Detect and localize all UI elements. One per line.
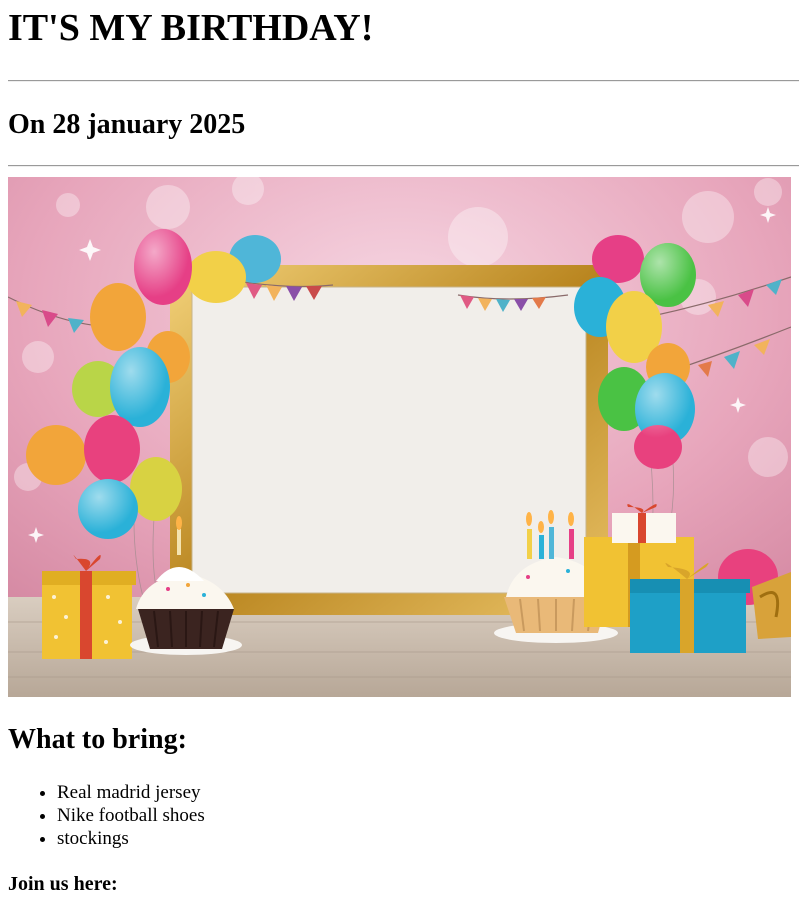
join-us-heading: Join us here: bbox=[8, 873, 118, 895]
what-to-bring-heading: What to bring: bbox=[8, 724, 187, 755]
bring-list: Real madrid jersey Nike football shoes s… bbox=[8, 781, 799, 850]
page-title: IT'S MY BIRTHDAY! bbox=[8, 7, 374, 49]
list-item: Nike football shoes bbox=[57, 804, 799, 827]
event-date-heading: On 28 january 2025 bbox=[8, 109, 246, 140]
divider bbox=[8, 165, 799, 167]
birthday-banner-image bbox=[8, 177, 791, 697]
list-item: stockings bbox=[57, 827, 799, 850]
list-item: Real madrid jersey bbox=[57, 781, 799, 804]
